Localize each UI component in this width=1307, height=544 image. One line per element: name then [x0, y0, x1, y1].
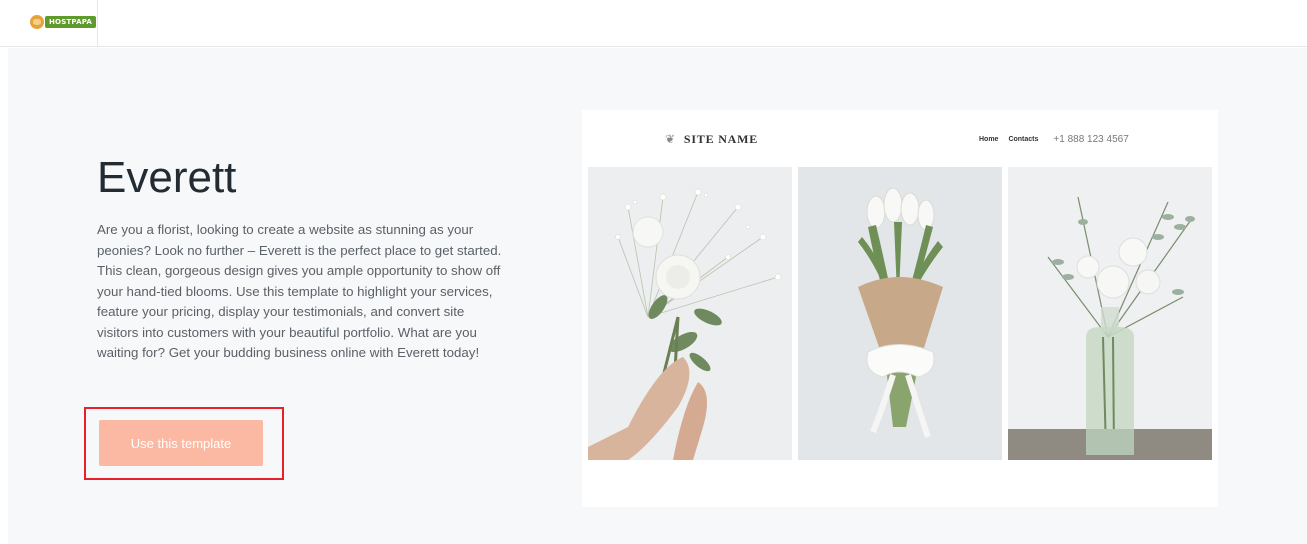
- header-divider: [97, 0, 98, 47]
- preview-nav: Home Contacts +1 888 123 4567: [979, 134, 1139, 145]
- template-description: Are you a florist, looking to create a w…: [97, 222, 502, 360]
- preview-nav-contacts: Contacts: [1008, 136, 1039, 143]
- preview-site-name: SITE NAME: [683, 132, 759, 146]
- template-preview[interactable]: ❦ SITE NAME Home Contacts +1 888 123 456…: [582, 110, 1218, 507]
- preview-nav-home: Home: [979, 136, 999, 143]
- template-title: Everett: [97, 153, 237, 202]
- mascot-icon: [30, 15, 44, 29]
- logo-text: HOSTPAPA: [45, 16, 97, 28]
- wrapped-tulips-photo: [798, 167, 1002, 460]
- bouquet-in-hand-photo: [588, 167, 792, 460]
- use-template-button[interactable]: Use this template: [99, 420, 263, 466]
- preview-site-brand: ❦ SITE NAME: [665, 132, 758, 147]
- flowers-in-vase-photo: [1008, 167, 1212, 460]
- preview-phone: +1 888 123 4567: [1053, 134, 1129, 145]
- top-bar: HOSTPAPA: [0, 0, 1307, 47]
- hostpapa-logo[interactable]: HOSTPAPA: [30, 14, 97, 30]
- flower-icon: ❦: [665, 132, 676, 146]
